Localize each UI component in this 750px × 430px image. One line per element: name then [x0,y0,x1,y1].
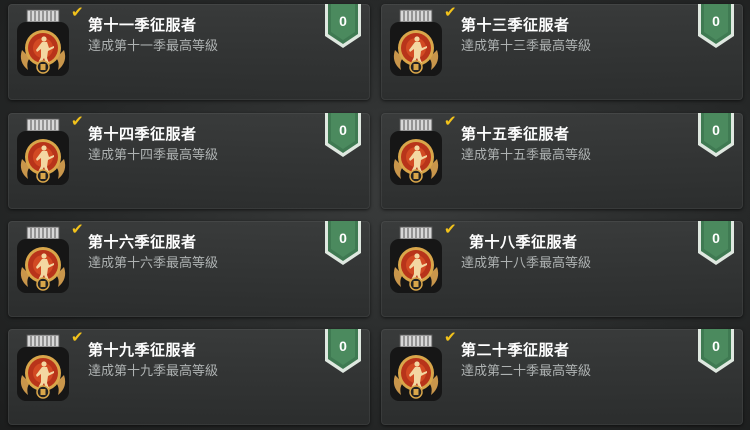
achievement-grid: ✔ 第十一季征服者 達成第十一季最高等級 0 ✔ 第十三季征服者 達成第十三季最高等級 [0,0,750,430]
achievement-title: 第十九季征服者 [88,342,197,359]
checkmark-icon: ✔ [444,3,457,21]
checkmark-icon: ✔ [71,112,84,130]
achievement-title: 第十三季征服者 [461,17,570,34]
achievement-card[interactable]: ✔ 第十五季征服者達成第十五季最高等級 0 [381,113,743,209]
achievement-description: 達成第十四季最高等級 [88,147,219,162]
achievement-description: 達成第十三季最高等級 [461,38,592,53]
conqueror-medal-icon [14,225,72,295]
conqueror-medal-icon [387,117,445,187]
conqueror-medal-icon [387,333,445,403]
achievement-description: 達成第十一季最高等級 [88,38,219,53]
achievement-title: 第二十季征服者 [461,342,570,359]
achievement-title: 第十四季征服者 [88,126,197,143]
points-value: 0 [339,13,347,29]
conqueror-medal-icon [14,8,72,78]
points-value: 0 [339,122,347,138]
achievement-title: 第十八季征服者 [469,234,578,251]
checkmark-icon: ✔ [444,220,457,238]
achievement-title: 第十一季征服者 [88,17,197,34]
achievement-card[interactable]: ✔ 第十三季征服者達成第十三季最高等級 0 [381,4,743,100]
checkmark-icon: ✔ [71,328,84,346]
points-value: 0 [339,230,347,246]
points-value: 0 [339,338,347,354]
achievement-title: 第十五季征服者 [461,126,570,143]
achievement-card[interactable]: ✔ 第十一季征服者達成第十一季最高等級 0 [8,4,370,100]
achievement-card[interactable]: ✔ 第十四季征服者達成第十四季最高等級 0 [8,113,370,209]
points-value: 0 [712,13,720,29]
conqueror-medal-icon [14,117,72,187]
achievement-description: 達成第十九季最高等級 [88,363,219,378]
achievement-description: 達成第二十季最高等級 [461,363,592,378]
conqueror-medal-icon [387,225,445,295]
checkmark-icon: ✔ [71,3,84,21]
points-value: 0 [712,338,720,354]
checkmark-icon: ✔ [444,328,457,346]
points-value: 0 [712,230,720,246]
achievement-card[interactable]: ✔ 第十九季征服者達成第十九季最高等級 0 [8,329,370,425]
conqueror-medal-icon [14,333,72,403]
points-value: 0 [712,122,720,138]
checkmark-icon: ✔ [71,220,84,238]
checkmark-icon: ✔ [444,112,457,130]
achievement-card[interactable]: ✔ 第二十季征服者達成第二十季最高等級 0 [381,329,743,425]
conqueror-medal-icon [387,8,445,78]
achievement-card[interactable]: ✔ 第十八季征服者 達成第十八季最高等級 0 [381,221,743,317]
achievement-title: 第十六季征服者 [88,234,197,251]
achievement-description: 達成第十五季最高等級 [461,147,592,162]
achievement-card[interactable]: ✔ 第十六季征服者達成第十六季最高等級 0 [8,221,370,317]
achievement-description: 達成第十六季最高等級 [88,255,219,270]
achievement-description: 達成第十八季最高等級 [461,255,592,270]
